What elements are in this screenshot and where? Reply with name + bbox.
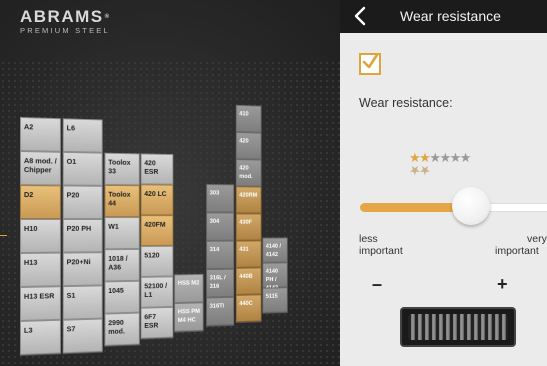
tile-h13-esr[interactable]: H13 ESR <box>20 286 61 321</box>
tile-a8-mod[interactable]: A8 mod. / Chipper <box>20 151 61 186</box>
tile-430f[interactable]: 430F <box>235 213 262 241</box>
star-icon: ★ <box>439 150 451 165</box>
tile-6f7-esr[interactable]: 6F7 ESR <box>140 306 174 339</box>
tile-o1[interactable]: O1 <box>62 151 103 186</box>
tile-h13[interactable]: H13 <box>20 252 61 287</box>
tile-420[interactable]: 420 <box>235 131 262 160</box>
chevron-left-icon[interactable] <box>350 4 372 28</box>
less-important-label: less important <box>359 233 403 257</box>
tile-2990-mod[interactable]: 2990 mod. <box>104 312 140 346</box>
tile-5115[interactable]: 5115 <box>262 287 288 313</box>
wear-resistance-checkbox[interactable] <box>359 53 381 75</box>
tile-d2[interactable]: D2 <box>20 185 61 220</box>
tile-440b[interactable]: 440B <box>235 267 262 295</box>
tile-431[interactable]: 431 <box>235 240 262 268</box>
dial-ribs <box>408 314 508 340</box>
tile-304[interactable]: 304 <box>206 212 235 241</box>
tile-s1[interactable]: S1 <box>62 285 103 320</box>
tile-a2[interactable]: A2 <box>20 117 61 152</box>
tile-420fm[interactable]: 420FM <box>140 215 174 247</box>
tile-420rm[interactable]: 420RM <box>235 186 262 214</box>
star-icon: ★ <box>459 150 472 165</box>
tile-4140-4142[interactable]: 4140 / 4142 <box>262 237 288 263</box>
tile-316ti[interactable]: 316Ti <box>206 296 235 326</box>
tile-h10[interactable]: H10 <box>20 219 61 253</box>
tile-410[interactable]: 410 <box>235 104 262 133</box>
tile-w1[interactable]: W1 <box>104 217 140 250</box>
steel-periodic-table-area: ABRAMS® PREMIUM STEEL A2 A8 mod. / Chipp… <box>0 0 340 366</box>
tile-toolox-44[interactable]: Toolox 44 <box>104 184 140 218</box>
tile-1045[interactable]: 1045 <box>104 280 140 314</box>
tile-s7[interactable]: S7 <box>62 318 103 354</box>
tile-l6[interactable]: L6 <box>62 118 103 153</box>
tile-l3[interactable]: L3 <box>20 319 61 355</box>
tile-52100-l1[interactable]: 52100 / L1 <box>140 276 174 308</box>
increase-button[interactable]: + <box>497 274 508 295</box>
page-title: Wear resistance <box>400 8 501 24</box>
tile-314[interactable]: 314 <box>206 240 235 270</box>
tile-316l-316[interactable]: 316L / 316 <box>206 268 235 298</box>
scroll-wheel-dial[interactable] <box>400 307 516 347</box>
star-icon: ★ <box>429 150 441 165</box>
tile-hss-pm-m4-hc[interactable]: HSS PM M4 HC <box>174 302 204 332</box>
star-icon: ★ <box>449 150 462 165</box>
wear-resistance-label: Wear resistance: <box>359 96 453 110</box>
tile-4140ph-4142ph[interactable]: 4140 PH / 4142 PH <box>262 262 288 300</box>
tile-toolox-33[interactable]: Toolox 33 <box>104 152 140 186</box>
decrease-button[interactable]: – <box>372 274 382 295</box>
tile-hss-m2[interactable]: HSS M2 <box>174 273 204 304</box>
star-reflection: ★★ <box>409 163 430 178</box>
steel-tile-grid: A2 A8 mod. / Chipper D2 H10 H13 H13 ESR … <box>0 0 308 366</box>
tile-420-lc[interactable]: 420 LC <box>140 184 174 216</box>
importance-slider-thumb[interactable] <box>452 187 490 225</box>
tile-420-esr[interactable]: 420 ESR <box>140 153 174 185</box>
tile-p20-ph[interactable]: P20 PH <box>62 219 103 253</box>
tile-440c[interactable]: 440C <box>235 294 262 323</box>
checkmark-icon <box>362 54 379 69</box>
tile-5120[interactable]: 5120 <box>140 245 174 277</box>
tile-p20-ni[interactable]: P20+Ni <box>62 252 103 287</box>
tile-p20[interactable]: P20 <box>62 185 103 220</box>
tile-303[interactable]: 303 <box>206 184 235 213</box>
tile-1018-a36[interactable]: 1018 / A36 <box>104 248 140 282</box>
tile-420-mod[interactable]: 420 mod. <box>235 159 262 187</box>
